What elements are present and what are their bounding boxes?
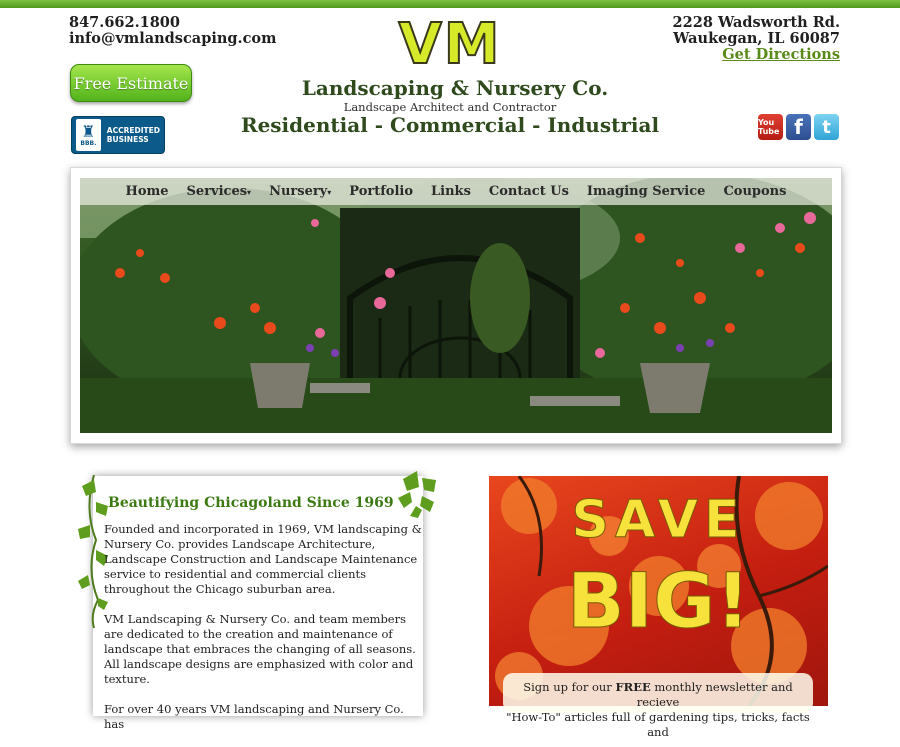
chevron-down-icon: ▾ <box>327 187 332 197</box>
garden-gate-illustration <box>80 178 832 433</box>
ivy-leaves-right-icon <box>398 471 436 518</box>
vm-logo-mark[interactable]: VM <box>0 13 900 77</box>
caption-text: Sign up for our <box>523 680 616 694</box>
about-paragraph: Founded and incorporated in 1969, VM lan… <box>104 522 422 596</box>
main-navigation: Home Services▾ Nursery▾ Portfolio Links … <box>80 178 832 205</box>
nav-coupons[interactable]: Coupons <box>714 184 795 199</box>
top-accent-bar <box>0 0 900 8</box>
promo-headline-save: SAVE <box>571 490 746 551</box>
bbb-seal-label: BBB. <box>80 139 97 147</box>
facebook-icon[interactable]: f <box>786 114 811 140</box>
company-name: Landscaping & Nursery Co. <box>301 76 609 100</box>
promo-headline-big: BIG! <box>566 556 751 646</box>
social-links: You Tube f t <box>758 114 839 140</box>
nav-nursery-label: Nursery <box>269 184 328 199</box>
caption-line-2: "How-To" articles full of gardening tips… <box>506 710 810 739</box>
chevron-down-icon: ▾ <box>247 187 252 197</box>
nav-links[interactable]: Links <box>422 184 480 199</box>
nav-portfolio[interactable]: Portfolio <box>340 184 422 199</box>
caption-text: monthly newsletter and recieve <box>636 680 793 709</box>
nav-contact-us[interactable]: Contact Us <box>480 184 578 199</box>
nav-services-label: Services <box>186 184 248 199</box>
nav-home[interactable]: Home <box>117 184 178 199</box>
newsletter-signup-caption[interactable]: Sign up for our FREE monthly newsletter … <box>503 673 813 739</box>
hero-garden-image <box>80 178 832 433</box>
twitter-icon[interactable]: t <box>814 114 839 140</box>
about-body: Founded and incorporated in 1969, VM lan… <box>104 522 422 747</box>
company-subtitle: Landscape Architect and Contractor <box>343 100 557 114</box>
nav-nursery[interactable]: Nursery▾ <box>260 184 340 199</box>
youtube-icon[interactable]: You Tube <box>758 114 783 140</box>
nav-imaging-service[interactable]: Imaging Service <box>578 184 715 199</box>
about-paragraph: VM Landscaping & Nursery Co. and team me… <box>104 612 416 686</box>
caption-free: FREE <box>615 680 651 694</box>
about-title: Beautifying Chicagoland Since 1969 <box>108 495 394 511</box>
about-paragraph: For over 40 years VM landscaping and Nur… <box>104 702 404 731</box>
nav-services[interactable]: Services▾ <box>178 184 261 199</box>
